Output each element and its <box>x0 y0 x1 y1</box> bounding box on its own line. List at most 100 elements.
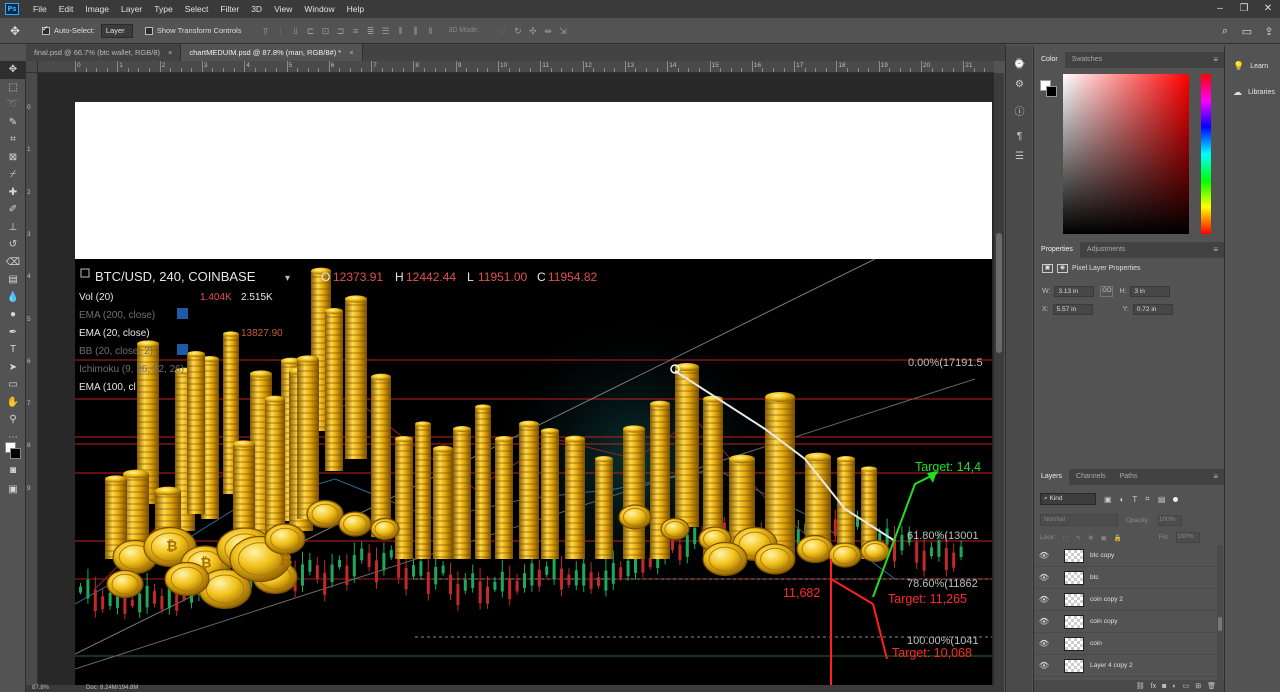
blur-icon[interactable]: 💧 <box>0 289 26 307</box>
y-field[interactable]: 0.72 in <box>1132 304 1173 315</box>
vertical-scrollbar[interactable] <box>994 73 1004 685</box>
move-tool-icon[interactable]: ✥ <box>0 24 30 38</box>
3d-pan-icon[interactable]: ✣ <box>527 26 539 36</box>
shape-icon[interactable]: ▭ <box>0 376 26 394</box>
blend-mode-dropdown[interactable]: Normal <box>1040 514 1118 526</box>
tab-color[interactable]: Color <box>1034 52 1065 68</box>
brush-icon[interactable]: ✐ <box>0 201 26 219</box>
distribute-middle-icon[interactable]: ≣ <box>364 26 376 36</box>
trash-icon[interactable]: 🗑 <box>1207 682 1216 690</box>
panel-menu-icon[interactable]: ≡ <box>1213 242 1218 258</box>
group-icon[interactable]: ▭ <box>1183 682 1190 690</box>
lock-pixels-icon[interactable]: ⬚ <box>1063 534 1069 542</box>
add-mask-icon[interactable]: ◙ <box>1162 683 1166 690</box>
distribute-left-icon[interactable]: ⦀ <box>394 26 406 36</box>
color-background-swatch[interactable] <box>1046 86 1057 97</box>
distribute-bottom-icon[interactable]: ☰ <box>379 26 391 36</box>
tab-paths[interactable]: Paths <box>1113 469 1145 485</box>
layer-row[interactable]: 👁 btc copy <box>1034 545 1216 567</box>
scrollbar-thumb[interactable] <box>996 233 1002 353</box>
x-field[interactable]: 5.57 in <box>1052 304 1093 315</box>
adjustment-layer-icon[interactable]: ◐ <box>1172 683 1176 690</box>
lock-paint-icon[interactable]: ✎ <box>1076 534 1081 542</box>
filter-pixel-icon[interactable]: ▣ <box>1104 495 1112 504</box>
layers-scrollbar[interactable] <box>1217 545 1223 680</box>
quick-mask-icon[interactable]: ◙ <box>0 462 26 480</box>
layer-row[interactable]: 👁 btc <box>1034 567 1216 589</box>
healing-icon[interactable]: ✚ <box>0 184 26 202</box>
opacity-field[interactable]: 100% <box>1157 514 1182 526</box>
align-bottom-icon[interactable]: ⫫ <box>289 26 301 36</box>
menu-file[interactable]: File <box>27 0 53 18</box>
3d-slide-icon[interactable]: ⇹ <box>542 26 554 36</box>
link-dimensions-icon[interactable]: GO <box>1100 286 1114 297</box>
auto-select-dropdown[interactable]: Layer <box>100 23 133 38</box>
fill-field[interactable]: 100% <box>1175 532 1200 543</box>
screen-mode-icon[interactable]: ▣ <box>0 481 26 499</box>
share-icon[interactable]: ⇪ <box>1258 25 1280 38</box>
zoom-level[interactable]: 87.8% <box>32 685 49 692</box>
3d-scale-icon[interactable]: ⇲ <box>557 26 569 36</box>
zoom-icon[interactable]: ⚲ <box>0 411 26 429</box>
align-right-icon[interactable]: ⊐ <box>334 26 346 36</box>
height-field[interactable]: 3 in <box>1130 286 1171 297</box>
hue-slider[interactable] <box>1201 74 1211 234</box>
info-panel-icon[interactable]: ⓘ <box>1006 100 1033 120</box>
visibility-eye-icon[interactable]: 👁 <box>1034 661 1054 670</box>
show-transform-checkbox[interactable] <box>144 26 153 35</box>
search-icon[interactable]: ⌕ <box>1214 25 1236 38</box>
restore-icon[interactable]: ❐ <box>1232 0 1256 18</box>
menu-type[interactable]: Type <box>148 0 178 18</box>
filter-smart-icon[interactable]: ▤ <box>1158 495 1166 504</box>
link-layers-icon[interactable]: ⛓ <box>1136 682 1145 690</box>
path-select-icon[interactable]: ➤ <box>0 359 26 377</box>
eyedropper-icon[interactable]: ⌿ <box>0 166 26 184</box>
frame-icon[interactable]: ⊠ <box>0 149 26 167</box>
align-center-icon[interactable]: ⊡ <box>319 26 331 36</box>
background-color-swatch[interactable] <box>10 448 21 459</box>
paragraph-panel-icon[interactable]: ¶ <box>1006 126 1033 146</box>
panel-menu-icon[interactable]: ≡ <box>1213 469 1218 485</box>
panel-menu-icon[interactable]: ≡ <box>1213 52 1218 68</box>
layer-row[interactable]: 👁 coin copy <box>1034 611 1216 633</box>
eraser-icon[interactable]: ⌫ <box>0 254 26 272</box>
history-brush-icon[interactable]: ↺ <box>0 236 26 254</box>
layer-row[interactable]: 👁 coin copy 2 <box>1034 589 1216 611</box>
stamp-icon[interactable]: ⊥ <box>0 219 26 237</box>
kind-filter-dropdown[interactable]: ⌕ Kind <box>1040 493 1096 505</box>
menu-help[interactable]: Help <box>341 0 370 18</box>
filter-shape-icon[interactable]: ⌗ <box>1145 494 1150 504</box>
tab-adjustments[interactable]: Adjustments <box>1080 242 1133 258</box>
tab-layers[interactable]: Layers <box>1034 469 1070 485</box>
new-layer-icon[interactable]: ⊞ <box>1195 682 1201 690</box>
gradient-icon[interactable]: ▤ <box>0 271 26 289</box>
menu-window[interactable]: Window <box>298 0 340 18</box>
tab-properties[interactable]: Properties <box>1034 242 1080 258</box>
type-icon[interactable]: T <box>0 341 26 359</box>
align-left-icon[interactable]: ⊏ <box>304 26 316 36</box>
filter-type-icon[interactable]: T <box>1132 495 1137 504</box>
workspace-icon[interactable]: ▭ <box>1236 25 1258 38</box>
libraries-button[interactable]: ☁ Libraries <box>1225 79 1280 105</box>
pen-icon[interactable]: ✒ <box>0 324 26 342</box>
menu-view[interactable]: View <box>268 0 298 18</box>
fx-icon[interactable]: fx <box>1151 683 1156 690</box>
canvas-workspace[interactable]: ₿ ₿ ₿ BTC/USD, 240, COINBASE ▾ O 12373.91 … <box>38 73 994 685</box>
lasso-icon[interactable]: ➰ <box>0 96 26 114</box>
tab-chart-psd[interactable]: chartMEDUIM.psd @ 87.8% (man, RGB/8#) * × <box>181 44 363 61</box>
quick-select-icon[interactable]: ✎ <box>0 114 26 132</box>
minimize-icon[interactable]: – <box>1208 0 1232 18</box>
menu-filter[interactable]: Filter <box>214 0 245 18</box>
visibility-eye-icon[interactable]: 👁 <box>1034 595 1054 604</box>
distribute-center-icon[interactable]: ⫼ <box>409 26 421 36</box>
hand-icon[interactable]: ✋ <box>0 394 26 412</box>
filter-adjustment-icon[interactable]: ◐ <box>1120 495 1125 504</box>
color-picker-field[interactable] <box>1063 74 1189 234</box>
align-top-icon[interactable]: ⫪ <box>259 26 271 36</box>
visibility-eye-icon[interactable]: 👁 <box>1034 573 1054 582</box>
move-icon[interactable]: ✥ <box>0 61 26 79</box>
marquee-icon[interactable]: ⬚ <box>0 79 26 97</box>
tab-final-psd[interactable]: final.psd @ 66.7% (btc wallet, RGB/8) × <box>26 44 182 61</box>
auto-select-checkbox[interactable] <box>42 24 50 35</box>
lock-artboard-icon[interactable]: ▣ <box>1101 534 1107 542</box>
